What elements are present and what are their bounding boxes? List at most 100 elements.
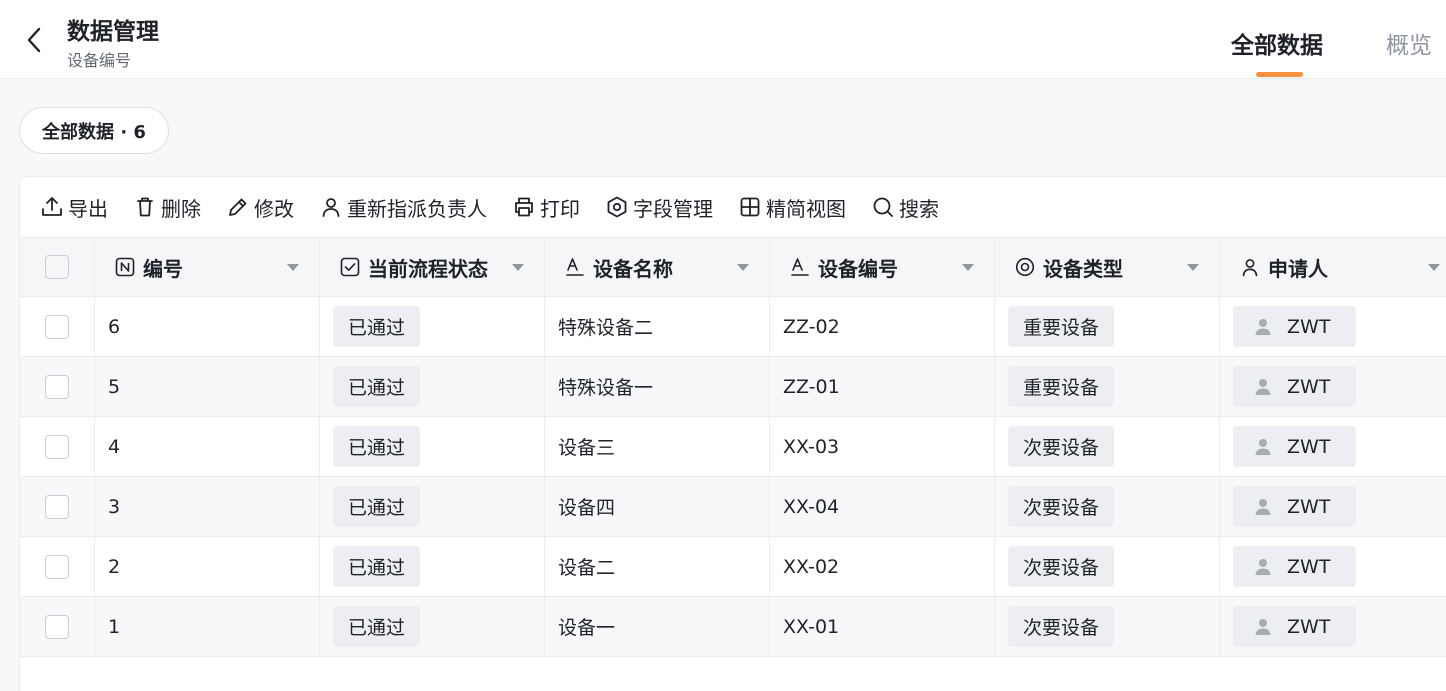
caret-down-icon[interactable]: [512, 264, 524, 271]
device-name: 设备四: [558, 497, 616, 519]
cell-applicant[interactable]: ZWT: [1220, 297, 1446, 356]
cell-code[interactable]: XX-03: [770, 417, 995, 476]
table-row[interactable]: 6 已通过 特殊设备二 ZZ-02 重要设备 ZWT: [20, 297, 1446, 357]
print-button[interactable]: 打印: [512, 191, 580, 223]
row-select-cell: [20, 537, 95, 596]
row-checkbox[interactable]: [45, 614, 69, 639]
cell-name[interactable]: 设备四: [545, 477, 770, 536]
settings-icon: [607, 196, 627, 218]
view-selector[interactable]: 全部数据 · 6: [19, 107, 169, 154]
cell-status[interactable]: 已通过: [320, 597, 545, 656]
cell-type[interactable]: 次要设备: [995, 417, 1220, 476]
device-code: XX-01: [783, 615, 840, 638]
avatar-icon: [1255, 558, 1271, 575]
cell-code[interactable]: ZZ-01: [770, 357, 995, 416]
caret-down-icon[interactable]: [737, 264, 749, 271]
cell-code[interactable]: XX-04: [770, 477, 995, 536]
cell-status[interactable]: 已通过: [320, 477, 545, 536]
cell-applicant[interactable]: ZWT: [1220, 597, 1446, 656]
cell-id[interactable]: 1: [95, 597, 320, 656]
cell-name[interactable]: 特殊设备一: [545, 357, 770, 416]
cell-applicant[interactable]: ZWT: [1220, 357, 1446, 416]
row-checkbox[interactable]: [45, 314, 69, 339]
reassign-button[interactable]: 重新指派负责人: [319, 191, 487, 223]
edit-button[interactable]: 修改: [226, 191, 294, 223]
caret-down-icon[interactable]: [1187, 264, 1199, 271]
compact-view-button[interactable]: 精简视图: [738, 191, 846, 223]
table-row[interactable]: 2 已通过 设备二 XX-02 次要设备 ZWT: [20, 537, 1446, 597]
tab-overview[interactable]: 概览: [1386, 26, 1432, 60]
status-badge: 已通过: [333, 546, 421, 587]
cell-code[interactable]: ZZ-02: [770, 297, 995, 356]
grid-icon: [740, 197, 760, 217]
table-row[interactable]: 3 已通过 设备四 XX-04 次要设备 ZWT: [20, 477, 1446, 537]
caret-down-icon[interactable]: [962, 264, 974, 271]
column-header-name[interactable]: 设备名称: [545, 238, 770, 296]
table-row[interactable]: 4 已通过 设备三 XX-03 次要设备 ZWT: [20, 417, 1446, 477]
row-checkbox[interactable]: [45, 554, 69, 579]
field-manage-button[interactable]: 字段管理: [605, 191, 713, 223]
active-tab-indicator: [1256, 72, 1303, 77]
applicant-name: ZWT: [1287, 615, 1331, 638]
cell-name[interactable]: 设备一: [545, 597, 770, 656]
cell-name[interactable]: 特殊设备二: [545, 297, 770, 356]
applicant-tag: ZWT: [1233, 306, 1356, 347]
cell-type[interactable]: 重要设备: [995, 297, 1220, 356]
status-badge: 已通过: [333, 306, 421, 347]
select-all-checkbox[interactable]: [45, 255, 69, 279]
table-row[interactable]: 1 已通过 设备一 XX-01 次要设备 ZWT: [20, 597, 1446, 657]
column-header-status[interactable]: 当前流程状态: [320, 238, 545, 296]
back-button[interactable]: [20, 24, 48, 56]
device-code: ZZ-01: [783, 375, 840, 398]
checkbox-field-icon: [340, 257, 360, 277]
column-label: 设备名称: [593, 256, 673, 281]
cell-status[interactable]: 已通过: [320, 537, 545, 596]
cell-code[interactable]: XX-02: [770, 537, 995, 596]
cell-id[interactable]: 3: [95, 477, 320, 536]
search-label: 搜索: [899, 196, 939, 221]
cell-type[interactable]: 次要设备: [995, 597, 1220, 656]
caret-down-icon[interactable]: [287, 264, 299, 271]
export-button[interactable]: 导出: [40, 191, 108, 223]
device-code: XX-02: [783, 555, 840, 578]
number-field-icon: [115, 257, 135, 277]
cell-id[interactable]: 4: [95, 417, 320, 476]
device-type-badge: 次要设备: [1008, 486, 1115, 527]
cell-applicant[interactable]: ZWT: [1220, 537, 1446, 596]
column-header-applicant[interactable]: 申请人: [1220, 238, 1446, 296]
row-checkbox[interactable]: [45, 374, 69, 399]
cell-applicant[interactable]: ZWT: [1220, 477, 1446, 536]
applicant-name: ZWT: [1287, 435, 1331, 458]
search-button[interactable]: 搜索: [871, 191, 939, 223]
cell-status[interactable]: 已通过: [320, 297, 545, 356]
row-checkbox[interactable]: [45, 434, 69, 459]
cell-type[interactable]: 重要设备: [995, 357, 1220, 416]
cell-status[interactable]: 已通过: [320, 417, 545, 476]
radio-field-icon: [1015, 257, 1035, 277]
cell-id[interactable]: 2: [95, 537, 320, 596]
table-row[interactable]: 5 已通过 特殊设备一 ZZ-01 重要设备 ZWT: [20, 357, 1446, 417]
cell-code[interactable]: XX-01: [770, 597, 995, 656]
column-header-code[interactable]: 设备编号: [770, 238, 995, 296]
cell-id[interactable]: 5: [95, 357, 320, 416]
cell-type[interactable]: 次要设备: [995, 477, 1220, 536]
caret-down-icon[interactable]: [1428, 264, 1440, 271]
cell-type[interactable]: 次要设备: [995, 537, 1220, 596]
column-label: 申请人: [1268, 256, 1328, 281]
cell-status[interactable]: 已通过: [320, 357, 545, 416]
column-header-type[interactable]: 设备类型: [995, 238, 1220, 296]
cell-name[interactable]: 设备二: [545, 537, 770, 596]
row-checkbox[interactable]: [45, 494, 69, 519]
device-code: XX-03: [783, 435, 840, 458]
tab-all-data[interactable]: 全部数据: [1231, 26, 1323, 60]
cell-name[interactable]: 设备三: [545, 417, 770, 476]
cell-applicant[interactable]: ZWT: [1220, 417, 1446, 476]
column-label: 编号: [143, 256, 183, 281]
page-title: 数据管理: [67, 19, 159, 45]
cell-id[interactable]: 6: [95, 297, 320, 356]
avatar-icon: [1255, 438, 1271, 455]
column-header-id[interactable]: 编号: [95, 238, 320, 296]
trash-icon: [137, 197, 153, 217]
row-select-cell: [20, 357, 95, 416]
delete-button[interactable]: 删除: [133, 191, 201, 223]
